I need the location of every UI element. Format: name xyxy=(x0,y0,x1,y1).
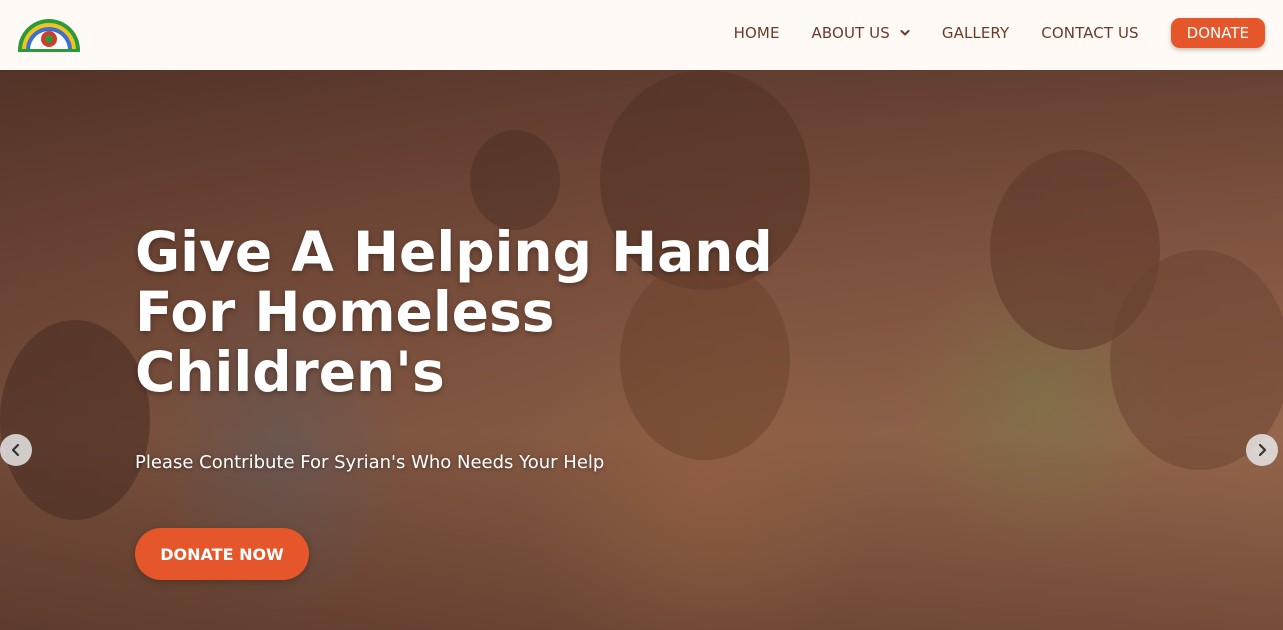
nav-about-us[interactable]: ABOUT US xyxy=(812,24,910,42)
logo-emblem xyxy=(18,19,80,52)
donate-now-button[interactable]: DONATE NOW xyxy=(135,528,309,580)
carousel-prev-button[interactable] xyxy=(0,434,32,466)
nav-gallery-label: GALLERY xyxy=(941,24,1010,42)
hero-title-line: Children's xyxy=(135,340,445,404)
carousel-next-button[interactable] xyxy=(1246,434,1278,466)
nav-home[interactable]: HOME xyxy=(734,24,780,42)
chevron-right-icon xyxy=(1258,443,1267,457)
nav-contact-us[interactable]: CONTACT US xyxy=(1041,24,1138,42)
hero-banner: Give A Helping Hand For Homeless Childre… xyxy=(0,70,1283,630)
nav-home-label: HOME xyxy=(733,24,780,42)
site-logo[interactable] xyxy=(16,12,82,52)
chevron-down-icon xyxy=(900,30,910,36)
nav-about-us-label: ABOUT US xyxy=(811,24,890,42)
nav-contact-us-label: CONTACT US xyxy=(1041,24,1139,42)
nav-gallery[interactable]: GALLERY xyxy=(942,24,1009,42)
chevron-left-icon xyxy=(11,443,20,457)
donate-button[interactable]: DONATE xyxy=(1170,18,1265,48)
main-nav: HOME ABOUT US GALLERY CONTACT US DONATE xyxy=(702,18,1265,48)
hero-title: Give A Helping Hand For Homeless Childre… xyxy=(135,222,795,402)
hero-title-line: For Homeless xyxy=(135,280,555,344)
hero-subtitle: Please Contribute For Syrian's Who Needs… xyxy=(135,452,605,473)
site-header: HOME ABOUT US GALLERY CONTACT US DONATE xyxy=(0,0,1283,70)
hero-title-line: Give A Helping Hand xyxy=(135,220,773,284)
